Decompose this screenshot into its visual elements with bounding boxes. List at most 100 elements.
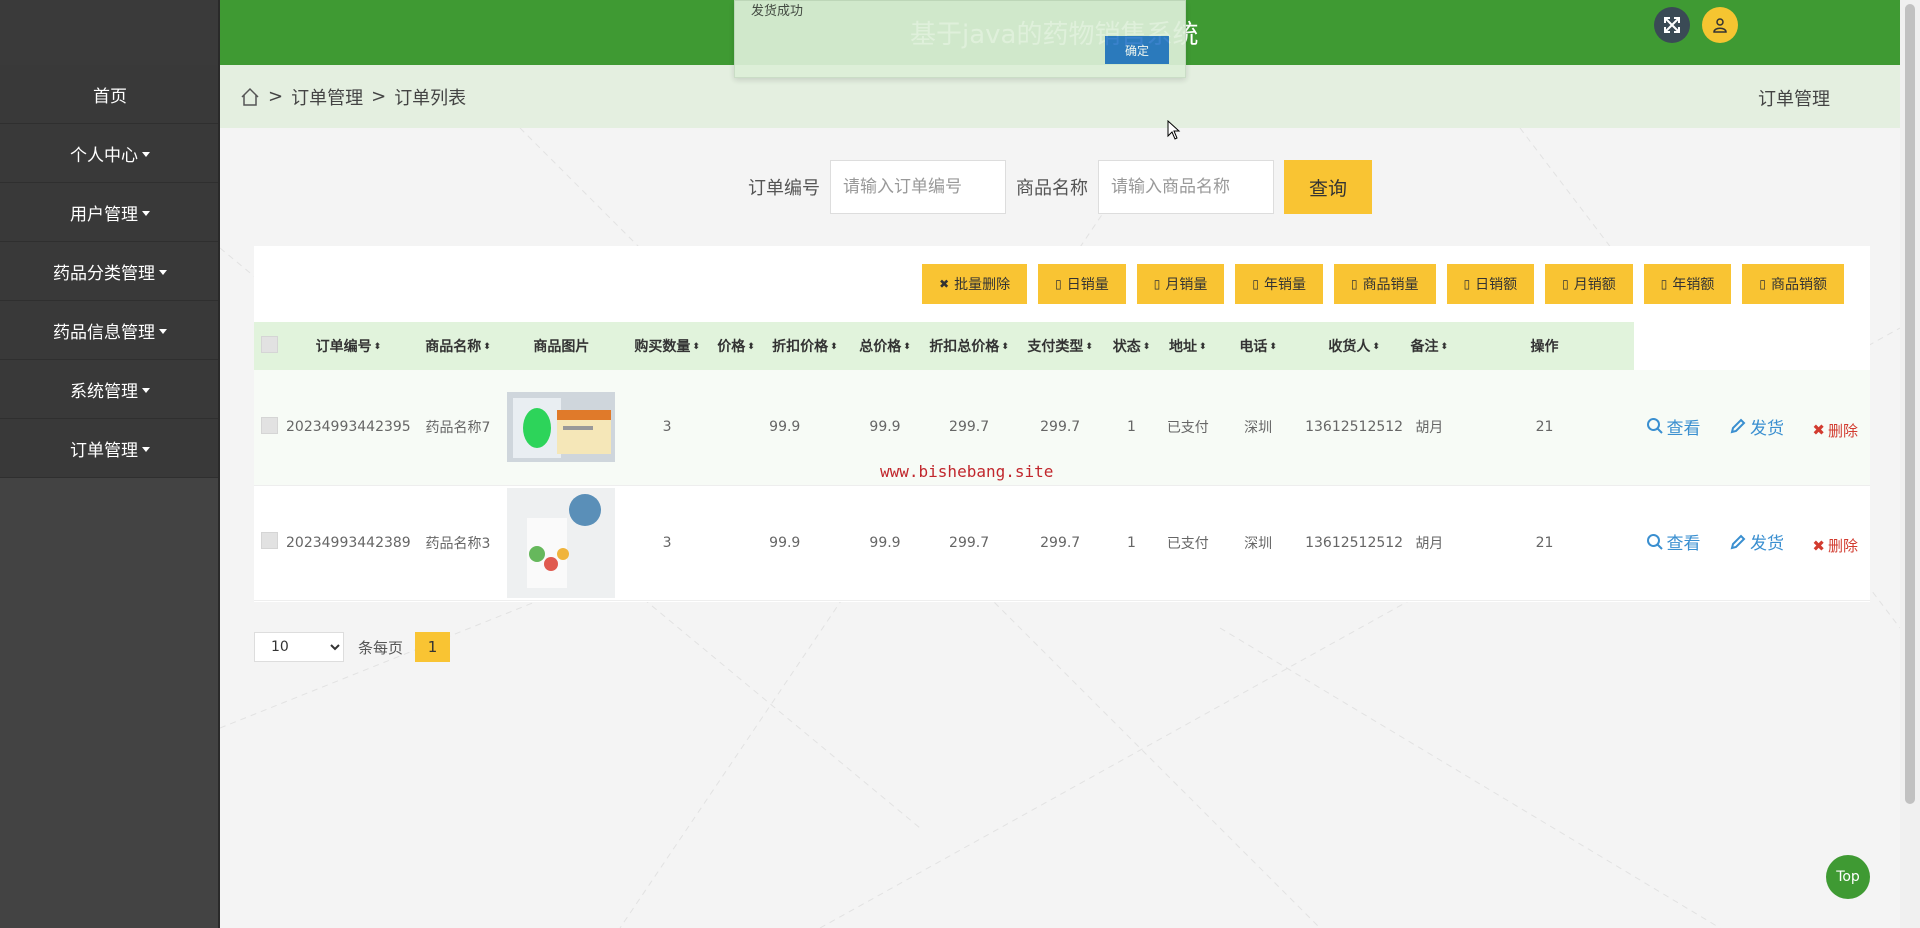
cell-phone: 13612512512 [1305, 419, 1404, 436]
col-header-goods-name[interactable]: 商品名称 ⬍ [412, 322, 505, 370]
delete-button[interactable]: ✖ 删除 [1812, 535, 1858, 556]
col-header-remark[interactable]: 备注 ⬍ [1403, 322, 1455, 370]
breadcrumb-separator: > [268, 86, 284, 107]
cell-price: 99.9 [769, 534, 801, 551]
col-header-goods-image: 商品图片 [533, 339, 590, 355]
delete-button[interactable]: ✖ 删除 [1812, 420, 1858, 441]
success-dialog: 发货成功 确定 [734, 0, 1186, 78]
caret-down-icon [142, 446, 150, 452]
cell-discount-price: 99.9 [869, 534, 901, 551]
table-row: 20234993442389 药品名称3 3 99.9 99.9 299.7 2… [254, 485, 1870, 600]
caret-down-icon [142, 210, 150, 216]
sidebar-item-label: 首页 [93, 86, 127, 107]
search-icon [1646, 533, 1663, 550]
col-header-operations: 操作 [1530, 339, 1559, 355]
col-header-discount-total[interactable]: 折扣总价格 ⬍ [916, 322, 1021, 370]
col-header-pay-type[interactable]: 支付类型 ⬍ [1022, 322, 1099, 370]
col-header-total[interactable]: 总价格 ⬍ [854, 322, 917, 370]
search-icon [1646, 418, 1663, 434]
sort-icon: ⬍ [830, 342, 838, 352]
table-row: 20234993442395 药品名称7 3 99.9 99.9 299.7 2… [254, 370, 1870, 485]
home-icon[interactable] [240, 87, 260, 107]
page-number-button[interactable]: 1 [415, 632, 451, 662]
sidebar-logo-area [0, 0, 220, 65]
yearly-sales-volume-button[interactable]: ▯ 年销量 [1235, 264, 1323, 304]
breadcrumb-order-list: 订单列表 [394, 87, 467, 109]
goods-sales-amount-button[interactable]: ▯ 商品销额 [1742, 264, 1844, 304]
col-header-qty[interactable]: 购买数量 ⬍ [618, 322, 715, 370]
col-header-phone[interactable]: 电话 ⬍ [1211, 322, 1305, 370]
edit-icon [1730, 418, 1746, 434]
close-icon: ✖ [939, 277, 950, 291]
sidebar-item-system[interactable]: 系统管理 [0, 360, 220, 419]
sort-icon: ⬍ [692, 342, 700, 352]
view-button[interactable]: 查看 [1646, 414, 1701, 439]
goods-name-input[interactable] [1098, 160, 1274, 214]
mobile-icon: ▯ [1660, 277, 1668, 291]
caret-down-icon [159, 328, 167, 334]
sidebar-item-label: 药品分类管理 [53, 263, 155, 284]
row-checkbox[interactable] [261, 416, 278, 434]
ship-button[interactable]: 发货 [1729, 414, 1784, 439]
col-header-price[interactable]: 价格 ⬍ [716, 322, 756, 370]
vertical-scrollbar[interactable] [1900, 0, 1920, 928]
yearly-sales-amount-button[interactable]: ▯ 年销额 [1643, 264, 1732, 304]
dialog-message: 发货成功 [751, 4, 804, 19]
user-icon[interactable] [1702, 7, 1738, 43]
monthly-sales-amount-button[interactable]: ▯ 月销额 [1545, 264, 1633, 304]
sidebar-item-home[interactable]: 首页 [0, 65, 220, 124]
sidebar-item-orders[interactable]: 订单管理 [0, 419, 220, 478]
scrollbar-thumb[interactable] [1905, 4, 1915, 804]
ship-button[interactable]: 发货 [1729, 529, 1784, 554]
monthly-sales-volume-button[interactable]: ▯ 月销量 [1136, 264, 1225, 304]
product-image[interactable] [507, 487, 616, 598]
page-size-select[interactable]: 10 [254, 632, 344, 662]
cell-goods-name: 药品名称7 [425, 420, 491, 437]
order-no-input[interactable] [830, 160, 1006, 214]
select-all-checkbox[interactable] [261, 335, 278, 353]
mobile-icon: ▯ [1350, 277, 1358, 291]
back-to-top-button[interactable]: Top [1826, 855, 1870, 899]
dialog-ok-button[interactable]: 确定 [1105, 36, 1169, 64]
goods-sales-volume-button[interactable]: ▯ 商品销量 [1333, 264, 1436, 304]
row-checkbox[interactable] [261, 532, 278, 549]
caret-down-icon [142, 151, 150, 157]
goods-name-label: 商品名称 [1016, 178, 1088, 199]
search-button[interactable]: 查询 [1284, 160, 1372, 214]
product-image[interactable] [507, 372, 616, 482]
breadcrumb-separator: > [371, 86, 387, 107]
cell-status: 已支付 [1166, 535, 1209, 552]
mobile-icon: ▯ [1562, 277, 1569, 291]
col-header-address[interactable]: 地址 ⬍ [1164, 322, 1211, 370]
sidebar-item-personal[interactable]: 个人中心 [0, 124, 220, 183]
sidebar-item-users[interactable]: 用户管理 [0, 183, 220, 242]
daily-sales-volume-button[interactable]: ▯ 日销量 [1038, 264, 1126, 304]
action-toolbar: ✖ 批量删除 ▯ 日销量 ▯ 月销量 ▯ 年销量 ▯ 商品销量 ▯ 日销额 ▯ 月销额 ▯ 年销… [922, 264, 1844, 304]
cell-phone: 13612512512 [1305, 534, 1404, 551]
search-form: 订单编号 商品名称 查询 [748, 160, 1372, 214]
cell-receiver: 胡月 [1415, 420, 1444, 437]
view-button[interactable]: 查看 [1646, 529, 1701, 554]
watermark-text: www.bishebang.site [880, 462, 1054, 481]
sidebar-item-drug-category[interactable]: 药品分类管理 [0, 242, 220, 301]
select-all-checkbox-cell[interactable] [254, 322, 285, 370]
col-header-order-no[interactable]: 订单编号 ⬍ [285, 322, 412, 370]
col-header-discount-price[interactable]: 折扣价格 ⬍ [756, 322, 853, 370]
sort-icon: ⬍ [1199, 342, 1207, 352]
sidebar-item-drug-info[interactable]: 药品信息管理 [0, 301, 220, 360]
cell-address: 深圳 [1244, 535, 1273, 552]
daily-sales-amount-button[interactable]: ▯ 日销额 [1446, 264, 1535, 304]
sidebar-divider [218, 0, 220, 928]
sort-icon: ⬍ [1269, 342, 1277, 352]
fullscreen-icon[interactable] [1654, 7, 1690, 43]
cell-address: 深圳 [1244, 420, 1273, 437]
cell-pay-type: 1 [1127, 534, 1136, 551]
col-header-status[interactable]: 状态 ⬍ [1099, 322, 1165, 370]
sidebar-item-label: 系统管理 [70, 381, 138, 402]
sidebar-item-label: 药品信息管理 [53, 322, 155, 343]
table-header-row: 订单编号 ⬍ 商品名称 ⬍ 商品图片 购买数量 ⬍ 价格 ⬍ 折扣价格 ⬍ 总价格 ⬍ 折扣… [254, 322, 1870, 370]
batch-delete-button[interactable]: ✖ 批量删除 [922, 264, 1028, 304]
breadcrumb-order-management[interactable]: 订单管理 [291, 84, 363, 110]
close-icon: ✖ [1812, 536, 1825, 555]
col-header-receiver[interactable]: 收货人 ⬍ [1305, 322, 1403, 370]
